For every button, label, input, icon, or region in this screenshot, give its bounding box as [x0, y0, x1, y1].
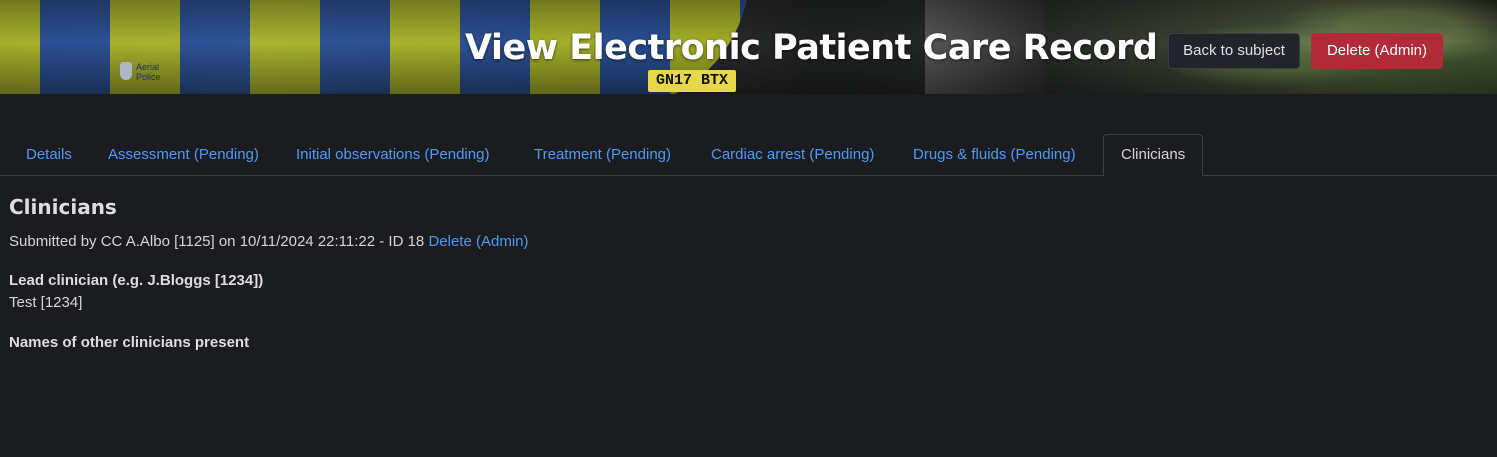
section-title: Clinicians: [9, 195, 117, 219]
tab-assessment[interactable]: Assessment (Pending): [91, 134, 276, 176]
tab-treatment[interactable]: Treatment (Pending): [517, 134, 688, 176]
tab-initial-observations[interactable]: Initial observations (Pending): [279, 134, 506, 176]
submitted-text: Submitted by CC A.Albo [1125] on 10/11/2…: [9, 233, 425, 250]
tab-details[interactable]: Details: [9, 134, 89, 176]
header-banner: Aerial Police GN17 BTX View Electronic P…: [0, 0, 1497, 94]
other-clinicians-field: Names of other clinicians present: [9, 332, 1489, 354]
back-to-subject-button[interactable]: Back to subject: [1168, 33, 1300, 69]
field-label: Lead clinician (e.g. J.Bloggs [1234]): [9, 272, 264, 289]
submission-info: Submitted by CC A.Albo [1125] on 10/11/2…: [9, 231, 1489, 253]
delete-admin-button[interactable]: Delete (Admin): [1311, 33, 1443, 69]
banner-badge-text: Aerial Police: [136, 62, 161, 82]
lead-clinician-field: Lead clinician (e.g. J.Bloggs [1234]) Te…: [9, 270, 1489, 314]
tab-drugs-fluids[interactable]: Drugs & fluids (Pending): [896, 134, 1093, 176]
tab-clinicians[interactable]: Clinicians: [1103, 134, 1204, 177]
field-label: Names of other clinicians present: [9, 334, 250, 351]
delete-entry-link[interactable]: Delete (Admin): [428, 233, 528, 250]
clinicians-panel: Clinicians Submitted by CC A.Albo [1125]…: [9, 190, 1489, 354]
page-title: View Electronic Patient Care Record 17: [465, 28, 1217, 68]
field-value: Test [1234]: [9, 294, 83, 311]
tab-cardiac-arrest[interactable]: Cardiac arrest (Pending): [694, 134, 891, 176]
record-tabs: Details Assessment (Pending) Initial obs…: [0, 134, 1497, 177]
